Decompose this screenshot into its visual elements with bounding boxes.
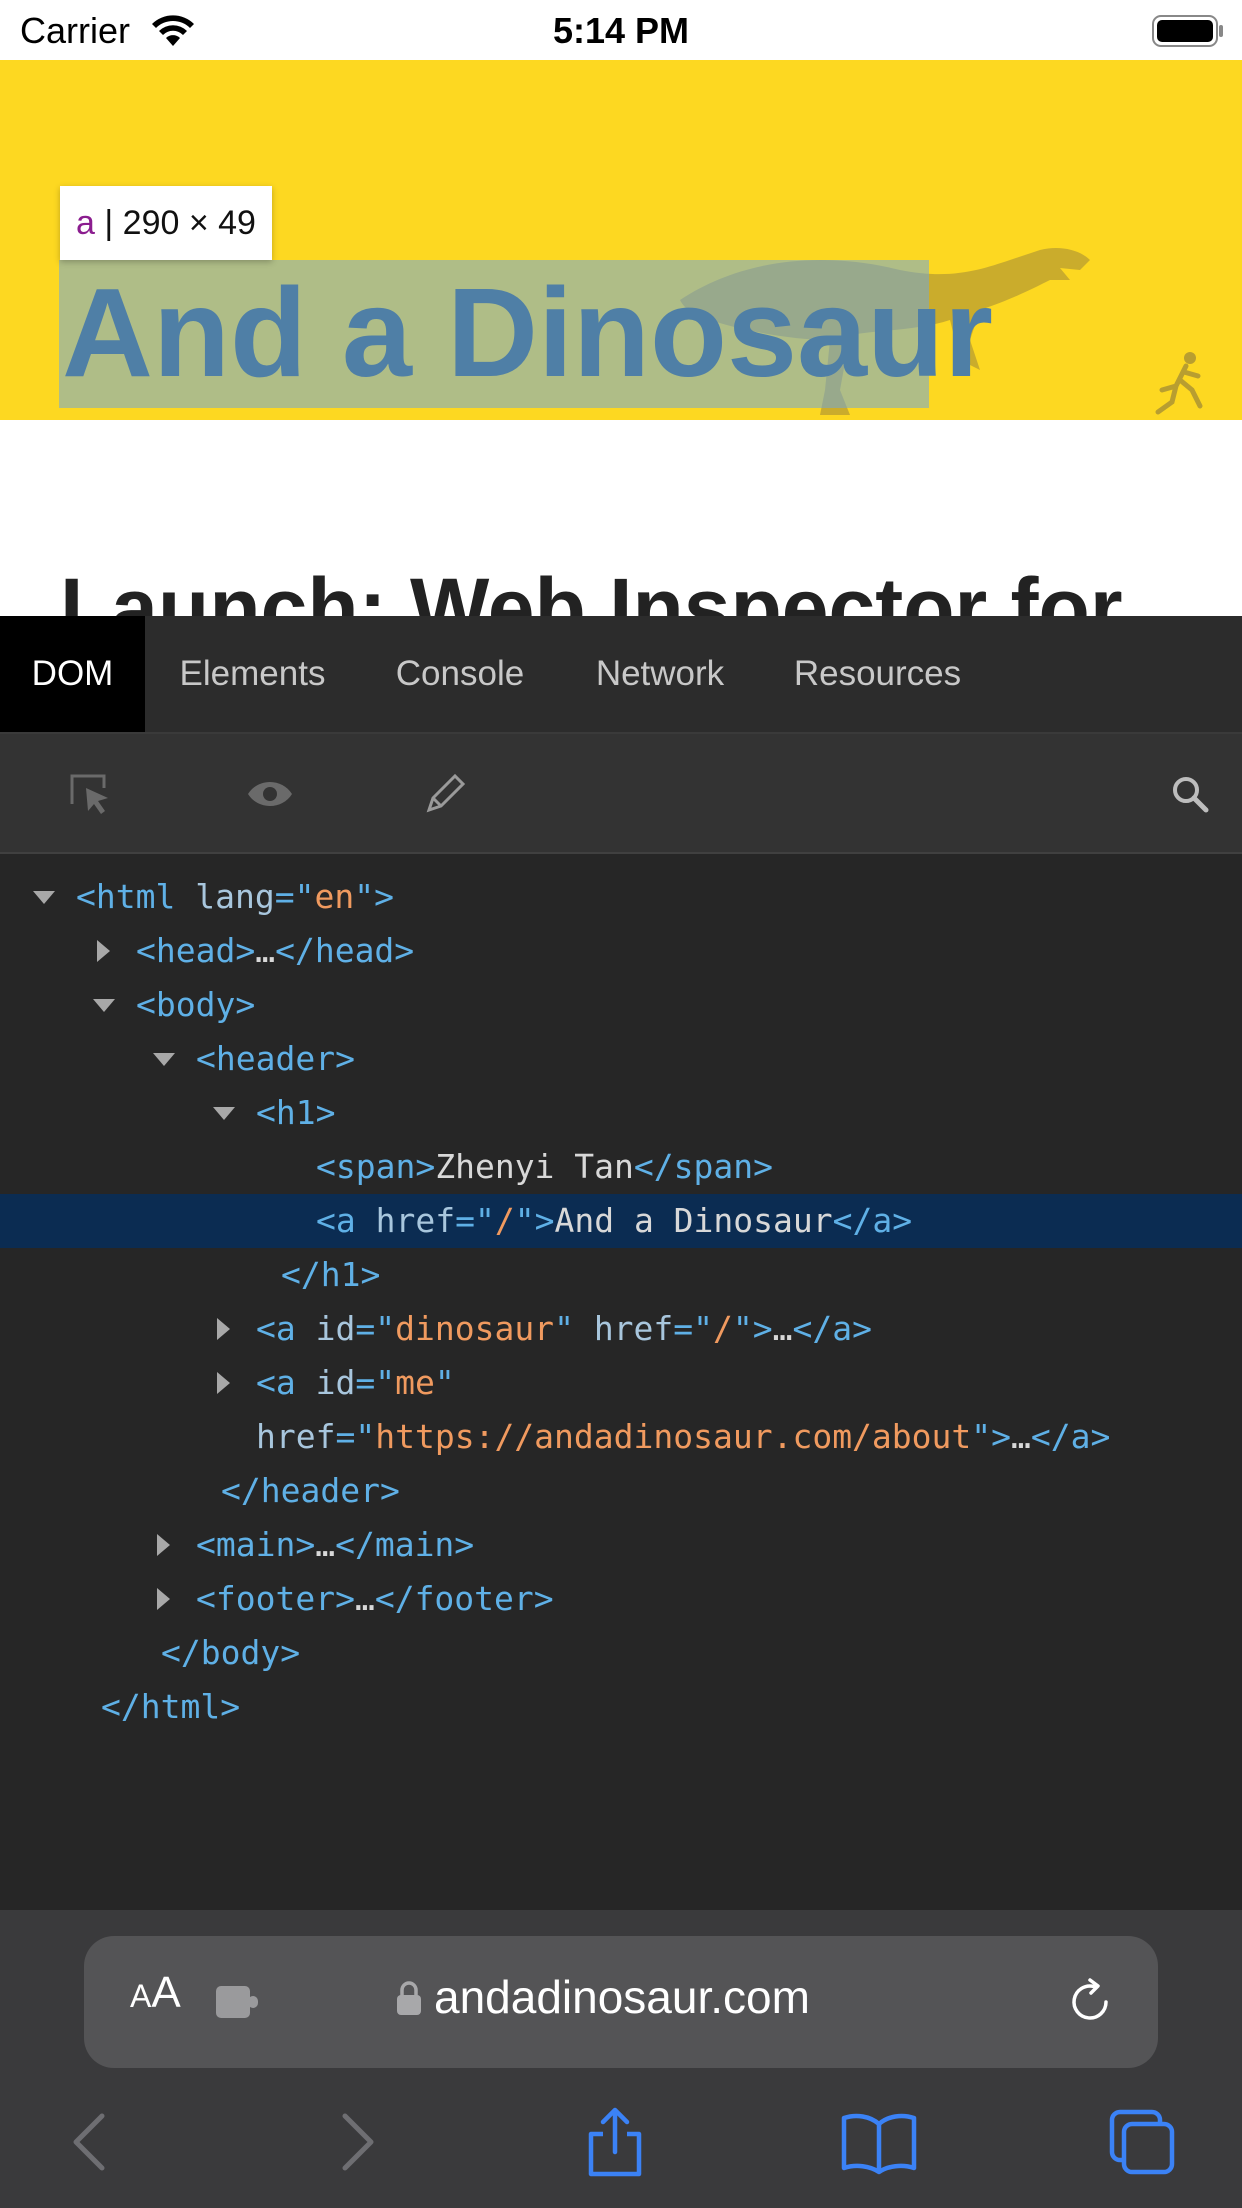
forward-icon[interactable]	[325, 2106, 389, 2178]
address-bar[interactable]: AA andadinosaur.com	[84, 1936, 1158, 2068]
dom-tree: <html lang="en"> <head>…</head> <body> <…	[0, 854, 1242, 1910]
dom-node-html-close[interactable]: </html>	[0, 1680, 1242, 1734]
search-icon[interactable]	[1160, 764, 1220, 824]
eye-icon[interactable]	[240, 764, 300, 824]
lock-icon	[397, 1981, 421, 2015]
disclosure-triangle-open-icon[interactable]	[33, 891, 55, 904]
tooltip-size: 290 × 49	[122, 204, 256, 242]
bookmarks-icon[interactable]	[840, 2106, 918, 2178]
tab-resources[interactable]: Resources	[775, 616, 980, 732]
dom-node-h1[interactable]: <h1>	[0, 1086, 1242, 1140]
site-header-banner: And a Dinosaur a | 290 × 49	[0, 60, 1242, 420]
dom-node-body[interactable]: <body>	[0, 978, 1242, 1032]
site-title-link[interactable]: And a Dinosaur	[62, 258, 993, 408]
dom-node-main[interactable]: <main>…</main>	[0, 1518, 1242, 1572]
dom-node-html[interactable]: <html lang="en">	[0, 870, 1242, 924]
dom-node-a-me[interactable]: <a id="me"	[0, 1356, 1242, 1410]
dom-node-a-me-href[interactable]: href="https://andadinosaur.com/about">…<…	[0, 1410, 1242, 1464]
dom-node-span[interactable]: <span>Zhenyi Tan</span>	[0, 1140, 1242, 1194]
dom-node-a-dinosaur[interactable]: <a id="dinosaur" href="/">…</a>	[0, 1302, 1242, 1356]
url-text[interactable]: andadinosaur.com	[434, 1970, 810, 2024]
safari-bottom-bar: AA andadinosaur.com	[0, 1910, 1242, 2208]
tab-elements[interactable]: Elements	[160, 616, 345, 732]
dom-node-h1-close[interactable]: </h1>	[0, 1248, 1242, 1302]
inspector-tab-bar: DOM Elements Console Network Resources	[0, 616, 1242, 734]
disclosure-triangle-closed-icon[interactable]	[217, 1372, 230, 1394]
disclosure-triangle-closed-icon[interactable]	[157, 1534, 170, 1556]
select-element-icon[interactable]	[60, 764, 120, 824]
tooltip-separator: |	[94, 204, 123, 242]
disclosure-triangle-open-icon[interactable]	[213, 1107, 235, 1120]
disclosure-triangle-open-icon[interactable]	[153, 1053, 175, 1066]
runner-icon	[1155, 352, 1203, 415]
dom-node-a-selected[interactable]: <a href="/">And a Dinosaur</a>	[0, 1194, 1242, 1248]
text-size-button[interactable]: AA	[130, 1968, 181, 2018]
dom-node-body-close[interactable]: </body>	[0, 1626, 1242, 1680]
tooltip-tag: a	[76, 204, 95, 242]
clock: 5:14 PM	[552, 10, 690, 51]
status-bar: Carrier 5:14 PM	[0, 0, 1242, 60]
reload-icon[interactable]	[1064, 1976, 1116, 2028]
disclosure-triangle-closed-icon[interactable]	[157, 1588, 170, 1610]
battery-icon	[1152, 15, 1223, 47]
inspector-toolbar	[0, 734, 1242, 854]
back-icon[interactable]	[58, 2106, 122, 2178]
web-page-viewport: And a Dinosaur a | 290 × 49 Launch: Web …	[0, 60, 1242, 616]
extension-icon[interactable]	[214, 1982, 264, 2022]
post-title[interactable]: Launch: Web Inspector for	[60, 560, 1123, 616]
disclosure-triangle-closed-icon[interactable]	[97, 940, 110, 962]
tab-console[interactable]: Console	[375, 616, 545, 732]
dom-node-header[interactable]: <header>	[0, 1032, 1242, 1086]
dom-node-head[interactable]: <head>…</head>	[0, 924, 1242, 978]
tab-network[interactable]: Network	[575, 616, 745, 732]
element-size-tooltip: a | 290 × 49	[60, 186, 272, 260]
tab-dom[interactable]: DOM	[0, 616, 145, 732]
tabs-icon[interactable]	[1108, 2106, 1178, 2178]
web-inspector-panel: DOM Elements Console Network Resources <…	[0, 616, 1242, 1910]
share-icon[interactable]	[583, 2106, 647, 2178]
dom-node-footer[interactable]: <footer>…</footer>	[0, 1572, 1242, 1626]
pencil-icon[interactable]	[415, 764, 475, 824]
dom-node-header-close[interactable]: </header>	[0, 1464, 1242, 1518]
disclosure-triangle-open-icon[interactable]	[93, 999, 115, 1012]
disclosure-triangle-closed-icon[interactable]	[217, 1318, 230, 1340]
